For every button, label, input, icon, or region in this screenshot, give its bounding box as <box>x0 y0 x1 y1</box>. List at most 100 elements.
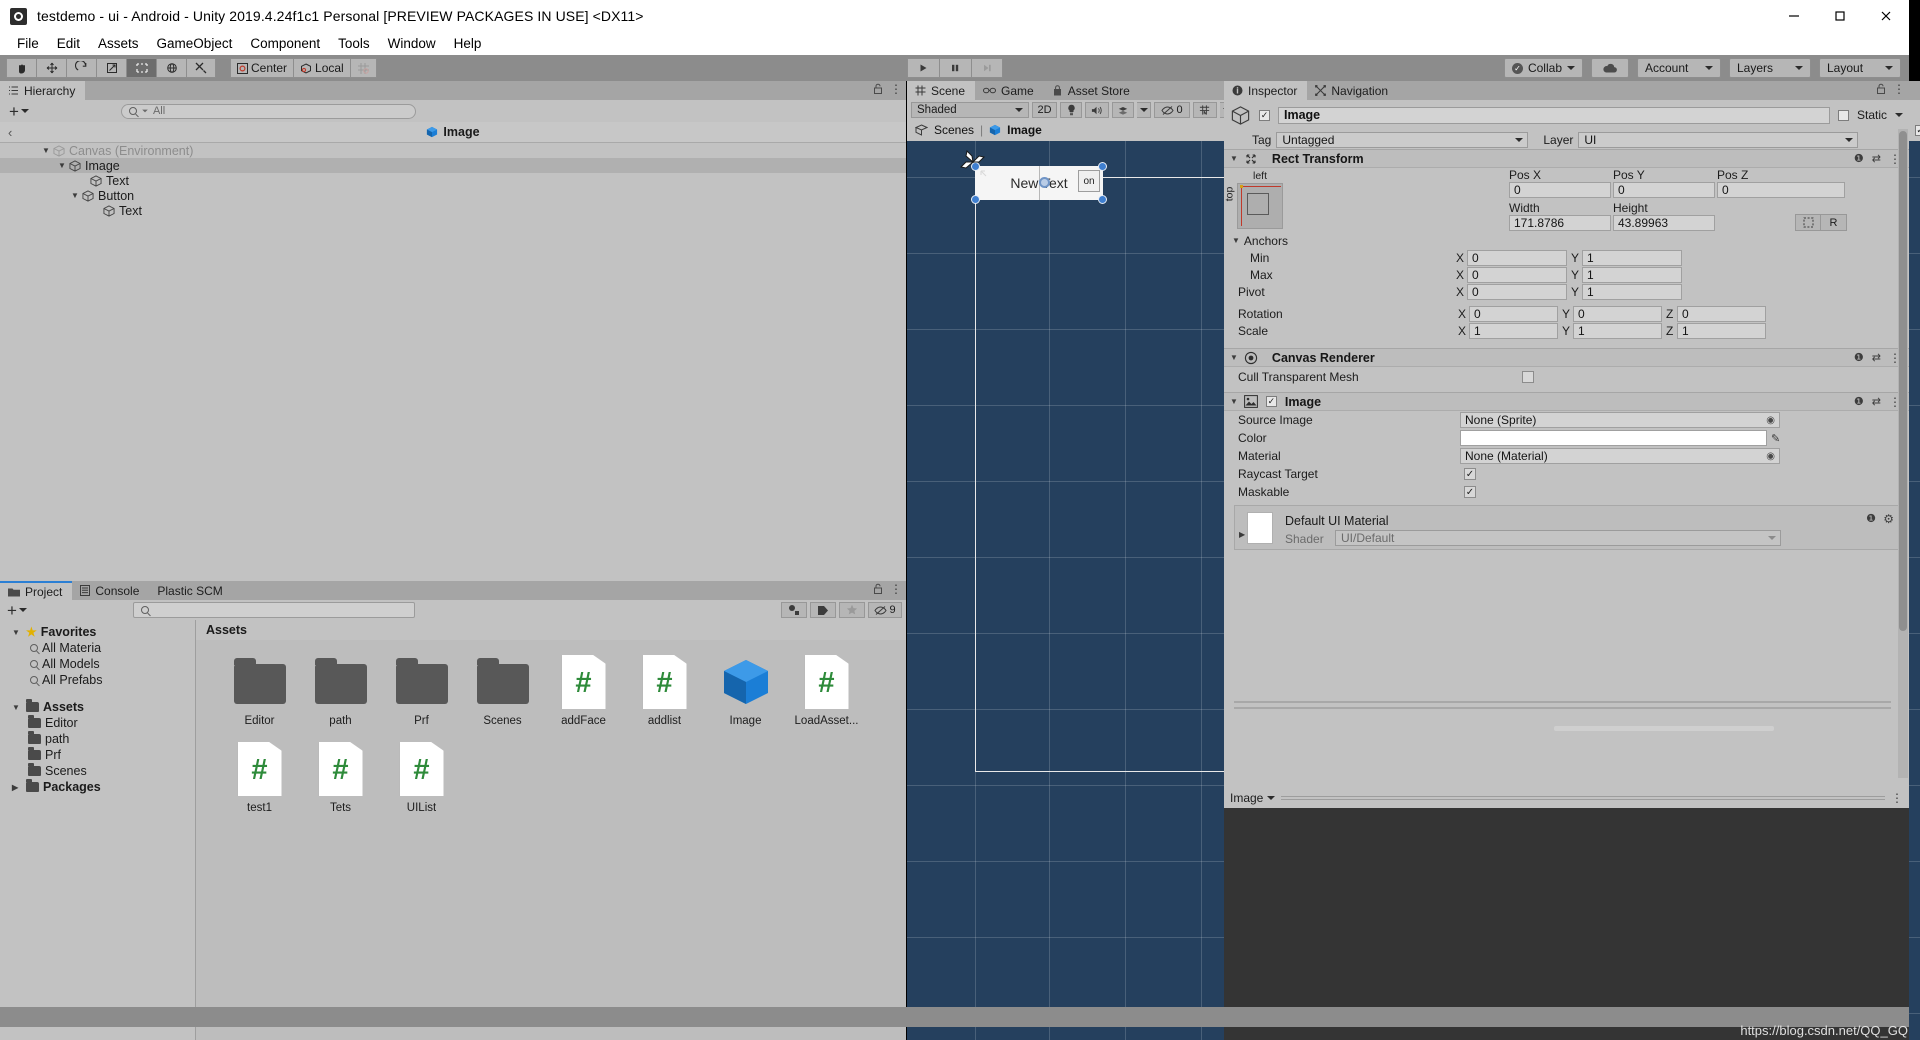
asset-item-prf[interactable]: Prf <box>382 654 461 727</box>
expand-arrow-icon[interactable]: ▼ <box>1230 397 1238 406</box>
pivot-handle[interactable] <box>1039 177 1050 188</box>
preview-dropdown[interactable]: Image <box>1230 791 1276 805</box>
asset-item-loadasset[interactable]: # LoadAsset... <box>787 654 866 727</box>
rect-tool-icon[interactable] <box>126 58 156 78</box>
tree-node-canvas[interactable]: ▼ Canvas (Environment) <box>0 143 906 158</box>
help-icon[interactable]: ❶ <box>1854 395 1864 408</box>
tab-plastic-scm[interactable]: Plastic SCM <box>149 581 233 600</box>
scale-tool-icon[interactable] <box>96 58 126 78</box>
maximize-icon[interactable] <box>1817 0 1863 32</box>
pivot-mode-button[interactable]: Center <box>230 58 294 78</box>
filter-type-icon[interactable] <box>781 602 807 618</box>
pause-icon[interactable] <box>938 58 971 78</box>
cloud-icon[interactable] <box>1591 58 1629 78</box>
help-icon[interactable]: ❶ <box>1866 512 1876 525</box>
asset-item-addlist[interactable]: # addlist <box>625 654 704 727</box>
inspector-scrollbar-thumb[interactable] <box>1899 131 1907 631</box>
assets-folder-path[interactable]: path <box>0 731 195 747</box>
lock-icon[interactable] <box>873 83 883 95</box>
create-asset-button[interactable]: + <box>4 602 30 619</box>
raycast-checkbox[interactable]: ✓ <box>1464 468 1476 480</box>
assets-folder-prf[interactable]: Prf <box>0 747 195 763</box>
rotate-tool-icon[interactable] <box>66 58 96 78</box>
lighting-icon[interactable] <box>1060 102 1082 118</box>
expand-arrow-icon[interactable]: ▼ <box>12 703 22 712</box>
chevron-down-icon[interactable] <box>1895 113 1903 117</box>
collab-button[interactable]: ✓ Collab <box>1503 58 1583 78</box>
image-enabled-checkbox[interactable]: ✓ <box>1265 396 1277 407</box>
tab-game[interactable]: Game <box>975 81 1044 100</box>
pos-x-input[interactable]: 0 <box>1509 182 1611 198</box>
favorite-all-models[interactable]: All Models <box>0 656 195 672</box>
source-image-field[interactable]: None (Sprite) ◉ <box>1460 412 1780 428</box>
tree-node-button[interactable]: ▼ Button <box>0 188 906 203</box>
assets-group[interactable]: ▼ Assets <box>0 699 195 715</box>
expand-arrow-icon[interactable]: ▼ <box>12 628 22 637</box>
scale-z-input[interactable]: 1 <box>1677 322 1766 339</box>
tab-hierarchy[interactable]: Hierarchy <box>0 81 86 100</box>
filter-favorite-icon[interactable] <box>839 602 865 618</box>
object-enabled-checkbox[interactable]: ✓ <box>1259 109 1270 121</box>
collapse-arrow-icon[interactable]: ▶ <box>12 783 22 792</box>
tab-navigation[interactable]: Navigation <box>1307 81 1399 100</box>
color-swatch[interactable] <box>1460 430 1767 446</box>
pivot-x-input[interactable]: 0 <box>1467 283 1567 300</box>
minimize-icon[interactable] <box>1771 0 1817 32</box>
pivot-y-input[interactable]: 1 <box>1582 283 1682 300</box>
project-menu-icon[interactable]: ⋮ <box>890 583 902 595</box>
asset-item-uilist[interactable]: # UIList <box>382 741 461 814</box>
close-icon[interactable] <box>1863 0 1909 32</box>
inspector-scrollbar[interactable] <box>1898 129 1908 778</box>
component-header-canvas-renderer[interactable]: ▼ Canvas Renderer ❶ ⇄ ⋮ <box>1224 348 1909 367</box>
expand-arrow-icon[interactable]: ▼ <box>1232 236 1240 245</box>
account-button[interactable]: Account <box>1637 58 1721 78</box>
shading-mode-dropdown[interactable]: Shaded <box>911 102 1029 118</box>
back-arrow-icon[interactable]: ‹ <box>8 125 12 140</box>
tree-node-text-2[interactable]: ▼ Text <box>0 203 906 218</box>
tab-console[interactable]: Console <box>72 581 150 600</box>
favorites-group[interactable]: ▼ ★ Favorites <box>0 624 195 640</box>
tab-project[interactable]: Project <box>0 581 73 600</box>
asset-item-test1[interactable]: # test1 <box>220 741 299 814</box>
lock-icon[interactable] <box>873 583 883 595</box>
scale-x-input[interactable]: 1 <box>1469 322 1558 339</box>
expand-arrow-icon[interactable]: ▼ <box>1230 353 1238 362</box>
menu-file[interactable]: File <box>8 34 48 53</box>
object-picker-icon[interactable]: ◉ <box>1766 451 1775 462</box>
hierarchy-menu-icon[interactable]: ⋮ <box>890 83 902 95</box>
lock-icon[interactable] <box>1876 83 1886 95</box>
blueprint-mode-button[interactable] <box>1795 214 1821 231</box>
move-tool-icon[interactable] <box>36 58 66 78</box>
favorite-all-materials[interactable]: All Materia <box>0 640 195 656</box>
menu-edit[interactable]: Edit <box>48 34 89 53</box>
expand-arrow-icon[interactable]: ▼ <box>58 161 69 170</box>
asset-item-addface[interactable]: # addFace <box>544 654 623 727</box>
asset-item-tets[interactable]: # Tets <box>301 741 380 814</box>
preview-menu-icon[interactable]: ⋮ <box>1891 792 1903 804</box>
anchor-max-x-input[interactable]: 0 <box>1467 266 1567 283</box>
resize-handle-br[interactable] <box>1098 195 1107 204</box>
anchor-min-y-input[interactable]: 1 <box>1582 249 1682 266</box>
resize-handle-tr[interactable] <box>1098 162 1107 171</box>
object-picker-icon[interactable]: ◉ <box>1766 415 1775 426</box>
maskable-checkbox[interactable]: ✓ <box>1464 486 1476 498</box>
layer-dropdown[interactable]: UI <box>1578 131 1859 148</box>
filter-label-icon[interactable] <box>810 602 836 618</box>
resize-handle-bl[interactable] <box>971 195 980 204</box>
inspector-menu-icon[interactable]: ⋮ <box>1893 83 1905 95</box>
anchors-foldout[interactable]: ▼ Anchors <box>1224 232 1909 249</box>
hidden-count-button[interactable]: 9 <box>868 602 902 618</box>
fx-icon[interactable] <box>1112 102 1134 118</box>
gear-icon[interactable]: ⚙ <box>1883 512 1894 526</box>
material-field[interactable]: None (Material) ◉ <box>1460 448 1780 464</box>
asset-item-image-prefab[interactable]: Image <box>706 654 785 727</box>
anchor-max-y-input[interactable]: 1 <box>1582 266 1682 283</box>
tree-node-image[interactable]: ▼ Image <box>0 158 906 173</box>
custom-tool-icon[interactable] <box>186 58 216 78</box>
asset-item-scenes[interactable]: Scenes <box>463 654 542 727</box>
height-input[interactable]: 43.89963 <box>1613 215 1715 231</box>
preview-drag-handle[interactable] <box>1281 795 1885 801</box>
asset-item-path[interactable]: path <box>301 654 380 727</box>
hand-tool-icon[interactable] <box>6 58 36 78</box>
on-toggle-button[interactable]: on <box>1078 170 1100 192</box>
